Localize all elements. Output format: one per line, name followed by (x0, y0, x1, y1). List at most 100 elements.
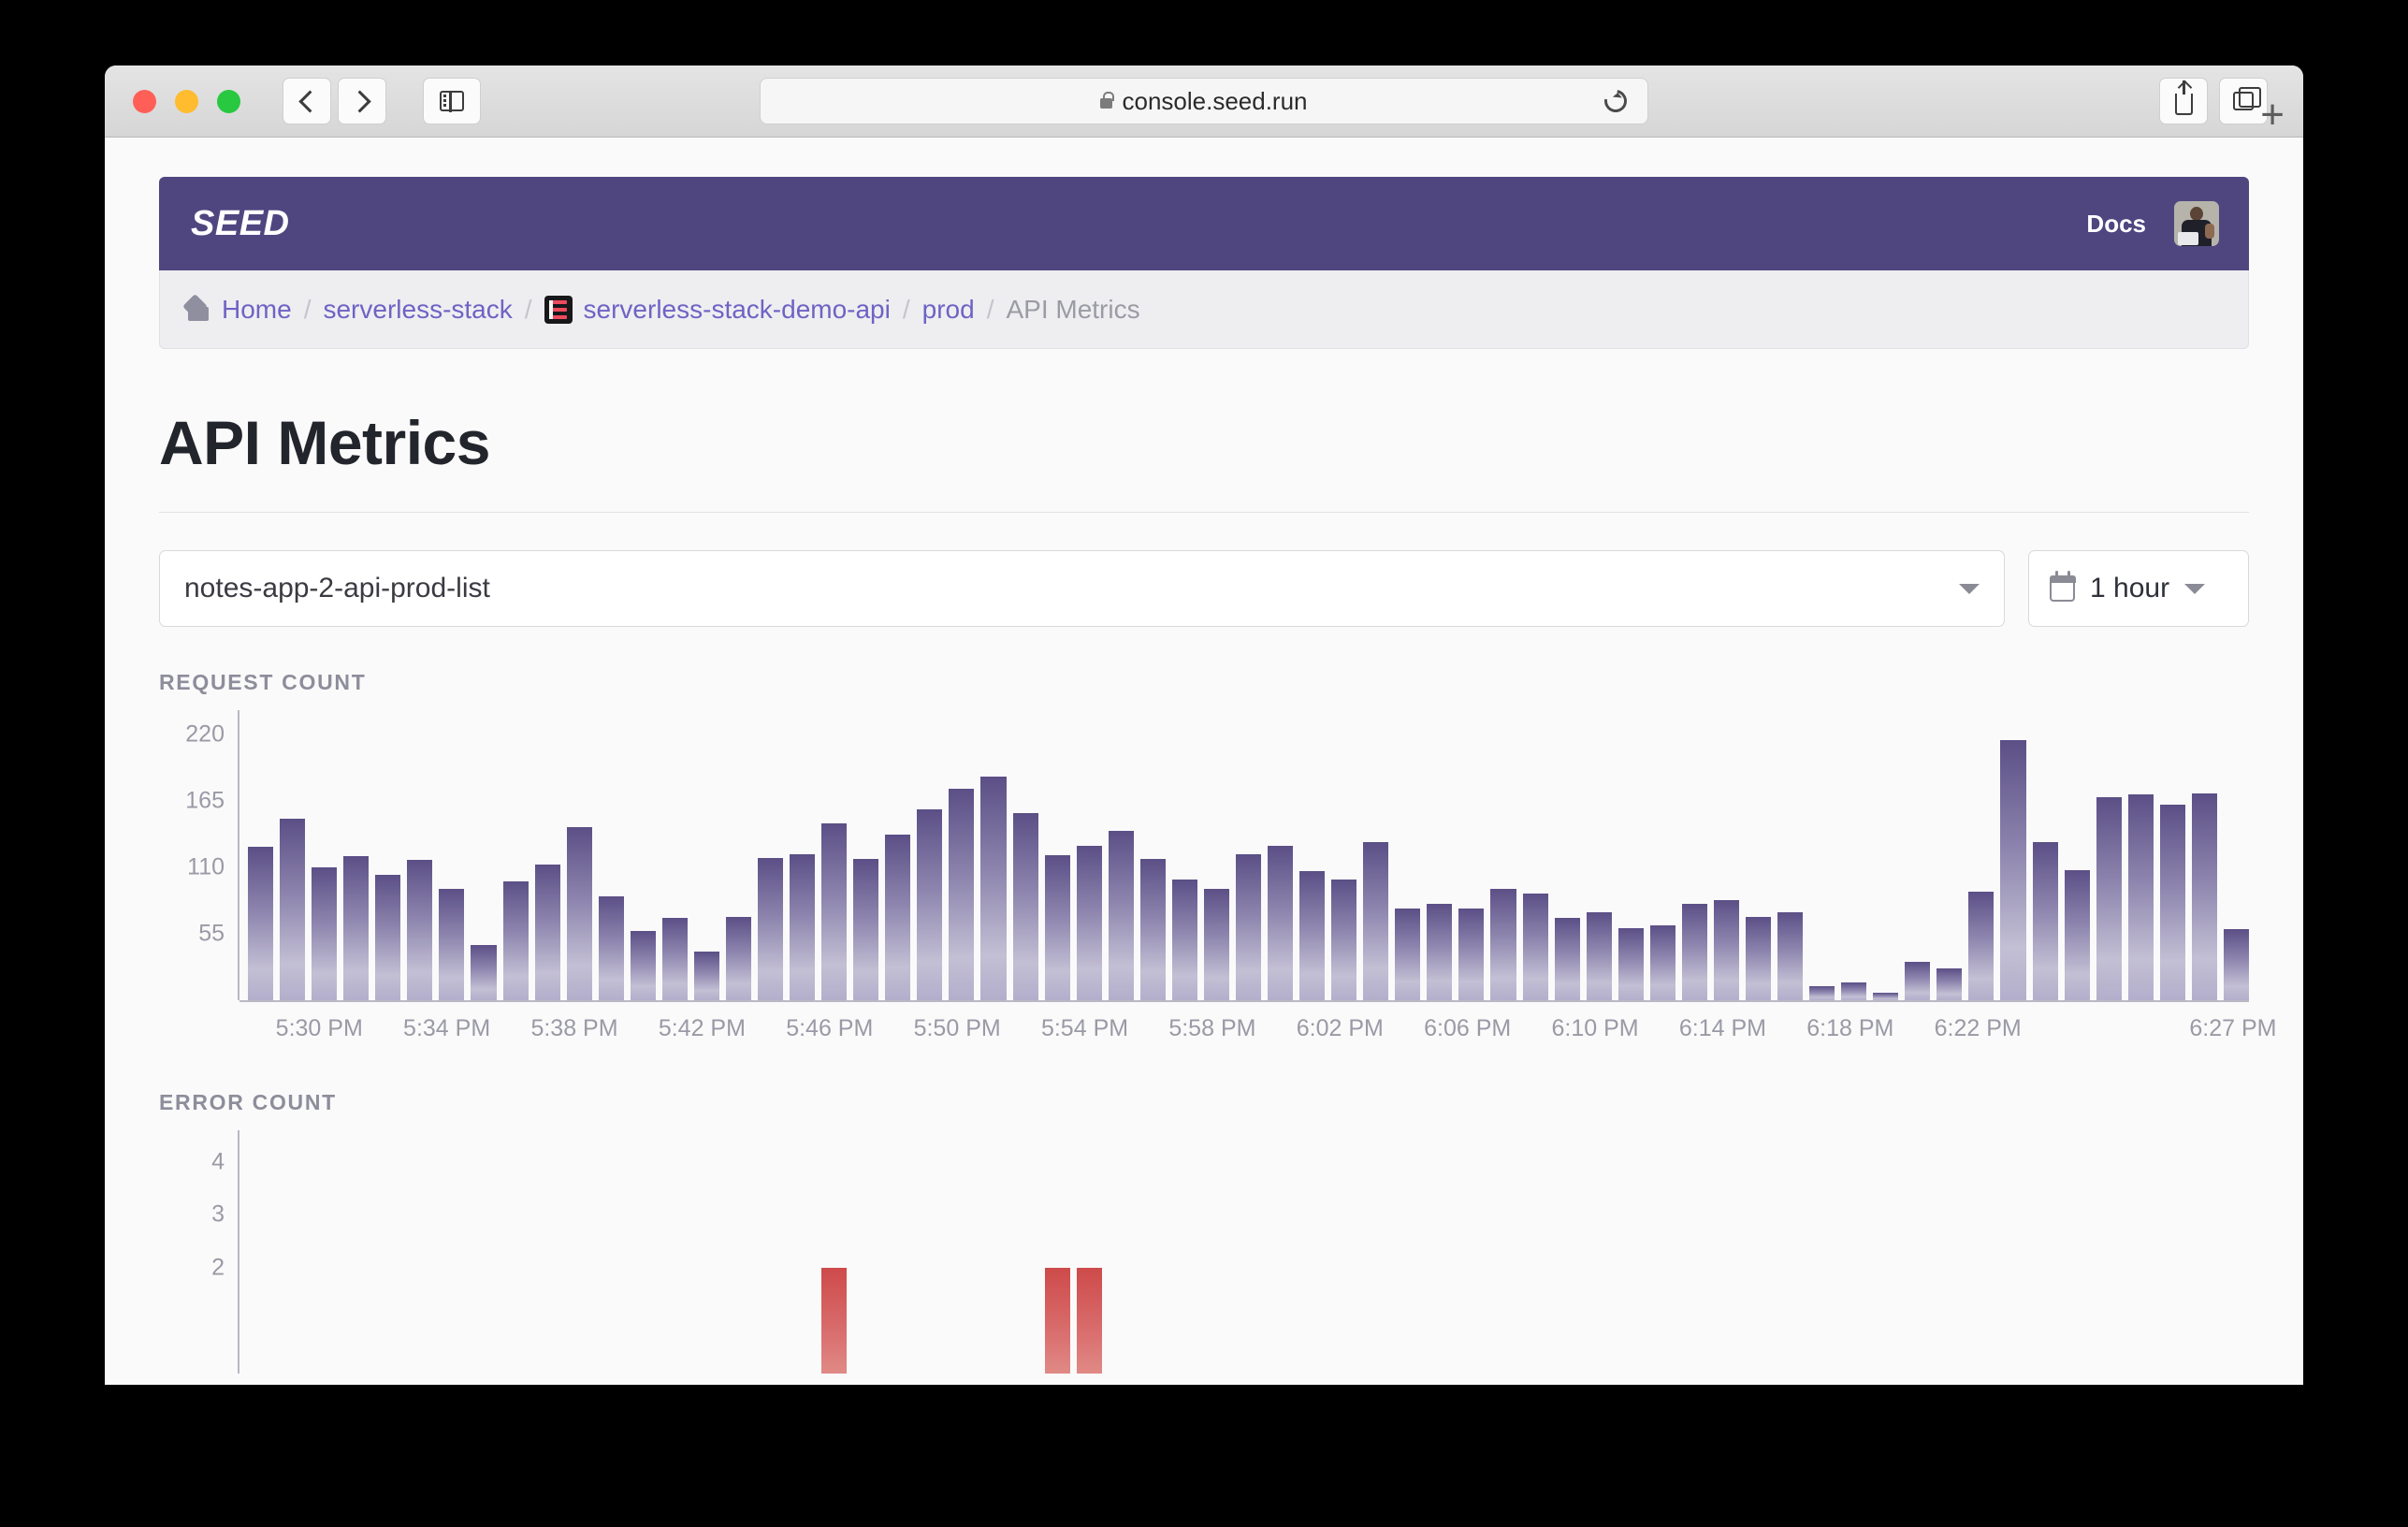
new-tab-button[interactable]: + (2260, 95, 2285, 136)
bar[interactable] (471, 944, 497, 1000)
x-axis-tick: 5:58 PM (1168, 1015, 1256, 1041)
bar[interactable] (566, 827, 592, 1000)
bar[interactable] (2191, 793, 2217, 1000)
bar[interactable] (1044, 1267, 1070, 1374)
bar[interactable] (1490, 889, 1516, 1000)
bar[interactable] (1617, 927, 1644, 1000)
bar[interactable] (1937, 968, 1963, 1000)
bar[interactable] (2032, 841, 2058, 1000)
bar[interactable] (2096, 797, 2122, 1000)
bar[interactable] (1012, 812, 1038, 1000)
endpoint-select[interactable]: notes-app-2-api-prod-list (159, 550, 2005, 627)
maximize-window-button[interactable] (217, 89, 240, 113)
chevron-left-icon (297, 89, 321, 113)
bar[interactable] (534, 865, 560, 1000)
bar[interactable] (1395, 908, 1421, 1000)
app-header-right: Docs (2086, 201, 2219, 246)
bar[interactable] (2064, 869, 2090, 1000)
x-axis-tick: 5:54 PM (1040, 1015, 1129, 1041)
bar[interactable] (1905, 961, 1931, 1000)
bar[interactable] (630, 931, 656, 1000)
bar[interactable] (821, 823, 848, 1000)
bar[interactable] (598, 895, 624, 1000)
back-button[interactable] (283, 78, 331, 124)
bar[interactable] (1681, 903, 1707, 1000)
bar[interactable] (2000, 740, 2026, 1000)
breadcrumb-item-home[interactable]: Home (186, 295, 292, 325)
bar[interactable] (661, 918, 688, 1000)
bar[interactable] (280, 819, 306, 1000)
bar[interactable] (1458, 908, 1485, 1000)
minimize-window-button[interactable] (175, 89, 198, 113)
bar[interactable] (1649, 924, 1675, 1000)
avatar[interactable] (2174, 201, 2219, 246)
bar[interactable] (1139, 858, 1166, 1000)
bar[interactable] (312, 866, 338, 1000)
endpoint-select-value: notes-app-2-api-prod-list (184, 573, 490, 604)
close-window-button[interactable] (133, 89, 156, 113)
x-axis-tick: 5:38 PM (530, 1015, 618, 1041)
breadcrumb-separator: / (986, 294, 994, 324)
bar[interactable] (1968, 891, 1995, 1000)
bar[interactable] (1363, 841, 1389, 1000)
bar[interactable] (1554, 918, 1580, 1000)
time-range-select[interactable]: 1 hour (2028, 550, 2249, 627)
bar[interactable] (1076, 845, 1102, 1000)
docs-link[interactable]: Docs (2086, 210, 2146, 239)
bar[interactable] (1171, 879, 1197, 1000)
bar[interactable] (1522, 894, 1548, 1000)
address-bar[interactable]: console.seed.run (760, 78, 1648, 124)
bar[interactable] (885, 835, 911, 1000)
avatar-laptop (2178, 232, 2198, 245)
bar[interactable] (1586, 911, 1612, 1000)
bar[interactable] (853, 858, 879, 1000)
bar[interactable] (2159, 804, 2185, 1000)
breadcrumb-item-stage[interactable]: prod (922, 295, 975, 325)
bar[interactable] (407, 860, 433, 1000)
bar[interactable] (790, 853, 816, 1000)
bar[interactable] (1427, 903, 1453, 1000)
bar[interactable] (2127, 794, 2154, 1000)
bar[interactable] (2223, 928, 2249, 1000)
bar[interactable] (725, 916, 751, 1000)
bar[interactable] (343, 856, 370, 1000)
bar[interactable] (949, 788, 975, 1000)
seed-logo[interactable]: SEED (191, 204, 289, 244)
bar[interactable] (1299, 870, 1326, 1000)
bar[interactable] (1235, 853, 1261, 1000)
error-count-bars (239, 1130, 2249, 1374)
bar[interactable] (1777, 911, 1804, 1000)
bar[interactable] (917, 808, 943, 1000)
bar[interactable] (980, 777, 1007, 1000)
bar[interactable] (693, 952, 719, 1000)
x-axis-tick: 6:14 PM (1678, 1015, 1766, 1041)
bar[interactable] (1713, 899, 1739, 1000)
bar[interactable] (1044, 855, 1070, 1000)
bar[interactable] (1809, 985, 1835, 1000)
forward-button[interactable] (338, 78, 386, 124)
bar[interactable] (1108, 831, 1134, 1000)
sidebar-toggle-button[interactable] (423, 78, 481, 124)
request-count-x-axis-line (239, 1000, 2249, 1002)
bar[interactable] (1203, 889, 1229, 1000)
error-count-y-axis: 2 3 4 (159, 1130, 239, 1374)
bar[interactable] (821, 1267, 848, 1374)
bar[interactable] (439, 889, 465, 1000)
chevron-down-icon (2184, 583, 2206, 594)
x-axis-tick: 5:30 PM (275, 1015, 363, 1041)
bar[interactable] (502, 881, 529, 1000)
bar[interactable] (1873, 993, 1899, 1000)
bar[interactable] (758, 857, 784, 1000)
bar[interactable] (375, 874, 401, 1000)
x-axis-tick: 5:46 PM (786, 1015, 874, 1041)
bar[interactable] (1841, 982, 1867, 1000)
reload-icon[interactable] (1600, 85, 1632, 117)
breadcrumb-item-app[interactable]: serverless-stack-demo-api (544, 295, 891, 325)
bar[interactable] (1076, 1267, 1102, 1374)
bar[interactable] (1331, 879, 1357, 1000)
bar[interactable] (248, 846, 274, 1000)
share-button[interactable] (2159, 78, 2208, 124)
bar[interactable] (1268, 845, 1294, 1000)
bar[interactable] (1745, 916, 1771, 1000)
breadcrumb-item-org[interactable]: serverless-stack (323, 295, 512, 325)
